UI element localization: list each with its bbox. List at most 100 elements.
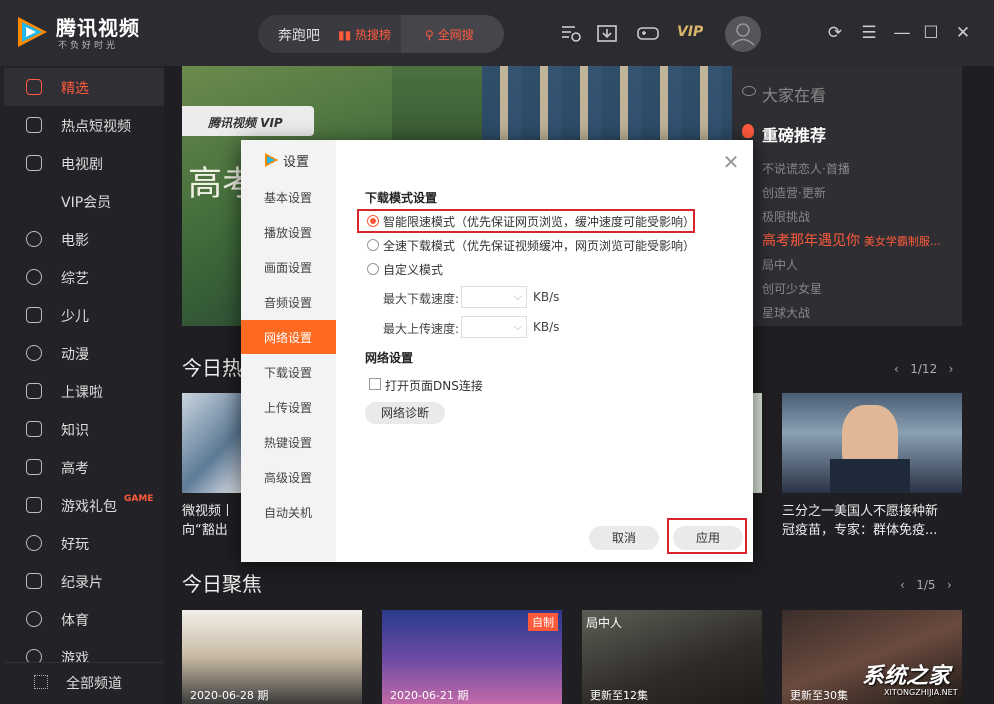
- max-download-select[interactable]: ⌵: [461, 286, 527, 308]
- sidebar-item-variety[interactable]: 综艺: [4, 258, 164, 296]
- nav-auto-shutdown[interactable]: 自动关机: [241, 495, 336, 529]
- joystick-icon: [26, 535, 42, 551]
- sidebar-item-fun[interactable]: 好玩: [4, 524, 164, 562]
- vip-button[interactable]: VIP: [677, 24, 703, 40]
- download-icon[interactable]: [596, 22, 618, 44]
- vip-banner-logo: 腾讯视频 VIP: [182, 106, 314, 136]
- rec-item[interactable]: 极限挑战: [762, 208, 810, 225]
- sidebar-item-knowledge[interactable]: 知识: [4, 410, 164, 448]
- full-search-button[interactable]: ⚲ 全网搜: [401, 15, 504, 53]
- radio-checked-icon: [367, 215, 379, 227]
- sidebar-item-documentary[interactable]: 纪录片: [4, 562, 164, 600]
- hot-search-button[interactable]: ▮▮ 热搜榜: [338, 26, 391, 43]
- dns-checkbox[interactable]: [369, 378, 381, 390]
- sidebar-item-short-video[interactable]: 热点短视频: [4, 106, 164, 144]
- microphone-icon: [26, 269, 42, 285]
- rec-item[interactable]: 创可少女星: [762, 280, 822, 297]
- dialog-close-icon[interactable]: ✕: [722, 152, 740, 172]
- cancel-button[interactable]: 取消: [589, 526, 659, 550]
- sidebar-item-featured[interactable]: 精选: [4, 68, 164, 106]
- rec-item-highlight[interactable]: 高考那年遇见你 美女学霸制服...: [762, 230, 940, 250]
- pager-today-hot[interactable]: ‹ 1/12 ›: [894, 362, 953, 376]
- nav-advanced[interactable]: 高级设置: [241, 460, 336, 494]
- game-badge: GAME: [124, 494, 154, 504]
- video-caption[interactable]: 微视频丨 向“豁出: [182, 502, 234, 540]
- nav-playback[interactable]: 播放设置: [241, 215, 336, 249]
- tencent-video-logo: [265, 153, 278, 167]
- kids-icon: [26, 307, 42, 323]
- eye-icon: [742, 86, 756, 96]
- nav-network[interactable]: 网络设置: [241, 320, 336, 354]
- minimize-icon[interactable]: —: [893, 24, 911, 42]
- rec-item[interactable]: 星球大战: [762, 304, 810, 321]
- rec-item[interactable]: 局中人: [762, 256, 798, 273]
- max-upload-select[interactable]: ⌵: [461, 316, 527, 338]
- sidebar-item-game-gift[interactable]: 游戏礼包 GAME: [4, 486, 164, 524]
- sidebar-item-movie[interactable]: 电影: [4, 220, 164, 258]
- game-icon[interactable]: [637, 22, 659, 44]
- history-icon[interactable]: [560, 22, 582, 44]
- settings-nav: 设置 基本设置 播放设置 画面设置 音频设置 网络设置 下载设置 上传设置 热键…: [241, 140, 336, 562]
- search-box[interactable]: 奔跑吧 ▮▮ 热搜榜 ⚲ 全网搜: [258, 15, 504, 53]
- search-input[interactable]: 奔跑吧: [278, 25, 320, 45]
- sidebar-item-vip[interactable]: VIP会员: [4, 182, 164, 220]
- maximize-icon[interactable]: ☐: [922, 24, 940, 42]
- video-thumbnail[interactable]: [782, 393, 962, 493]
- sidebar-item-games[interactable]: 游戏: [4, 638, 164, 662]
- section-title-today-focus: 今日聚焦: [182, 572, 262, 596]
- now-watching-panel: 大家在看 重磅推荐 不说谎恋人·首播 创造营·更新 极限挑战 高考那年遇见你 美…: [732, 66, 962, 326]
- network-diagnose-button[interactable]: 网络诊断: [365, 402, 445, 424]
- sidebar-item-class[interactable]: 上课啦: [4, 372, 164, 410]
- episode-date: 2020-06-28 期: [190, 689, 269, 702]
- unit-label: KB/s: [533, 290, 560, 304]
- close-icon[interactable]: ✕: [954, 24, 972, 42]
- sidebar-item-sports[interactable]: 体育: [4, 600, 164, 638]
- sidebar-item-anime[interactable]: 动漫: [4, 334, 164, 372]
- sidebar-item-label: 高考: [61, 461, 89, 477]
- film-reel-icon: [26, 231, 42, 247]
- gamepad-icon: [26, 497, 42, 513]
- sidebar-item-label: 电视剧: [61, 157, 103, 173]
- episode-date: 2020-06-21 期: [390, 689, 469, 702]
- user-icon: [731, 23, 755, 46]
- fire-icon: [742, 124, 754, 138]
- settings-dialog: 设置 基本设置 播放设置 画面设置 音频设置 网络设置 下载设置 上传设置 热键…: [241, 140, 753, 562]
- nav-picture[interactable]: 画面设置: [241, 250, 336, 284]
- pager-text: 1/5: [916, 578, 936, 592]
- controller-icon: [26, 649, 42, 662]
- search-icon: ⚲: [425, 28, 438, 42]
- episode-status: 更新至30集: [790, 689, 848, 702]
- sidebar-item-kids[interactable]: 少儿: [4, 296, 164, 334]
- episode-status: 更新至12集: [590, 689, 648, 702]
- video-thumbnail[interactable]: [182, 393, 242, 493]
- tencent-video-logo[interactable]: [14, 14, 50, 50]
- nav-hotkey[interactable]: 热键设置: [241, 425, 336, 459]
- thumbs-up-icon: [26, 79, 42, 95]
- sidebar-item-label: 上课啦: [61, 385, 103, 401]
- sidebar-item-gaokao[interactable]: 高考: [4, 448, 164, 486]
- sidebar-item-label: 纪录片: [61, 575, 103, 591]
- rec-item[interactable]: 创造营·更新: [762, 184, 826, 201]
- focus-thumbnail[interactable]: 局中人 更新至12集: [582, 610, 762, 704]
- sidebar: 精选 热点短视频 电视剧 VIP会员 电影 综艺 少儿 动漫 上课啦 知识 高考…: [0, 66, 164, 704]
- focus-thumbnail[interactable]: 2020-06-28 期: [182, 610, 362, 704]
- nav-upload[interactable]: 上传设置: [241, 390, 336, 424]
- menu-icon[interactable]: ☰: [860, 24, 878, 42]
- avatar[interactable]: [725, 16, 761, 52]
- graduation-cap-icon: [26, 383, 42, 399]
- video-caption[interactable]: 三分之一美国人不愿接种新 冠疫苗，专家：群体免疫...: [782, 502, 938, 540]
- pager-today-focus[interactable]: ‹ 1/5 ›: [900, 578, 952, 592]
- nav-audio[interactable]: 音频设置: [241, 285, 336, 319]
- nav-basic[interactable]: 基本设置: [241, 180, 336, 214]
- all-channels-button[interactable]: 全部频道: [4, 662, 164, 700]
- self-made-badge: 自制: [528, 613, 558, 631]
- video-thumbnail[interactable]: [753, 393, 762, 493]
- apply-button[interactable]: 应用: [673, 526, 743, 550]
- nav-download[interactable]: 下载设置: [241, 355, 336, 389]
- sidebar-item-tv[interactable]: 电视剧: [4, 144, 164, 182]
- refresh-icon[interactable]: ⟳: [826, 24, 844, 42]
- watermark-logo: 系统之家: [862, 664, 951, 689]
- unit-label: KB/s: [533, 320, 560, 334]
- rec-item[interactable]: 不说谎恋人·首播: [762, 160, 850, 177]
- focus-thumbnail[interactable]: 自制 2020-06-21 期: [382, 610, 562, 704]
